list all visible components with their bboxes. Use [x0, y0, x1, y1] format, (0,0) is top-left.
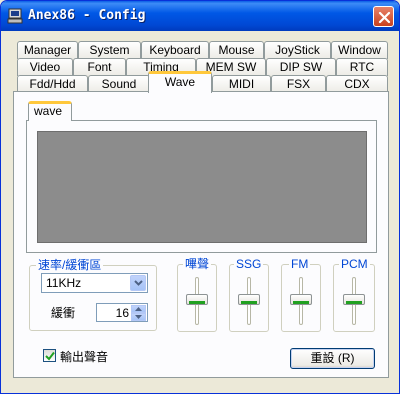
- app-icon: [7, 8, 23, 24]
- wave-display: [37, 131, 367, 243]
- arrow-up-icon: [135, 307, 142, 311]
- tab-joystick[interactable]: JoyStick: [264, 41, 331, 59]
- ssg-volume-slider[interactable]: [238, 277, 260, 325]
- beep-volume-label: 嗶聲: [183, 257, 212, 271]
- buffer-value: 16: [115, 306, 129, 320]
- inner-tab-wave[interactable]: wave: [28, 101, 72, 121]
- tab-mouse[interactable]: Mouse: [209, 41, 264, 59]
- pcm-volume-slider[interactable]: [343, 277, 365, 325]
- tab-system[interactable]: System: [78, 41, 141, 59]
- tab-dip-sw[interactable]: DIP SW: [266, 58, 336, 76]
- reset-button[interactable]: 重設 (R): [290, 348, 375, 369]
- output-sound-label: 輸出聲音: [60, 350, 109, 364]
- checkmark-icon: [45, 351, 55, 361]
- spin-down-button[interactable]: [131, 313, 146, 321]
- fm-volume-label: FM: [289, 257, 311, 271]
- slider-thumb[interactable]: [290, 294, 312, 305]
- title-bar[interactable]: Anex86 - Config: [1, 1, 399, 31]
- beep-volume-slider[interactable]: [186, 277, 208, 325]
- close-icon: [378, 11, 391, 24]
- tab-font[interactable]: Font: [73, 58, 126, 76]
- wave-panel: [26, 120, 377, 253]
- chevron-down-icon: [134, 280, 143, 286]
- slider-thumb[interactable]: [238, 294, 260, 305]
- tab-video[interactable]: Video: [17, 58, 73, 76]
- rate-buffer-group-label: 速率/緩衝區: [36, 258, 104, 272]
- pcm-volume-label: PCM: [339, 257, 370, 271]
- tab-rtc[interactable]: RTC: [336, 58, 388, 76]
- config-window: Anex86 - Config Manager System Keyboard …: [0, 0, 400, 394]
- window-title: Anex86 - Config: [28, 8, 146, 23]
- slider-thumb[interactable]: [186, 294, 208, 305]
- dropdown-button[interactable]: [130, 275, 146, 291]
- tab-wave[interactable]: Wave: [148, 71, 212, 93]
- sample-rate-select[interactable]: 11KHz: [41, 273, 148, 293]
- ssg-volume-label: SSG: [234, 257, 264, 271]
- buffer-label: 緩衝: [51, 306, 76, 320]
- arrow-down-icon: [135, 315, 142, 319]
- spin-up-button[interactable]: [131, 305, 146, 313]
- tab-manager[interactable]: Manager: [17, 41, 78, 59]
- sample-rate-value: 11KHz: [46, 276, 82, 290]
- tab-window[interactable]: Window: [331, 41, 388, 59]
- slider-thumb[interactable]: [343, 294, 365, 305]
- tab-keyboard[interactable]: Keyboard: [141, 41, 209, 59]
- fm-volume-slider[interactable]: [290, 277, 312, 325]
- close-button[interactable]: [373, 6, 394, 27]
- output-sound-checkbox[interactable]: [43, 349, 56, 362]
- buffer-spinner[interactable]: 16: [96, 303, 148, 322]
